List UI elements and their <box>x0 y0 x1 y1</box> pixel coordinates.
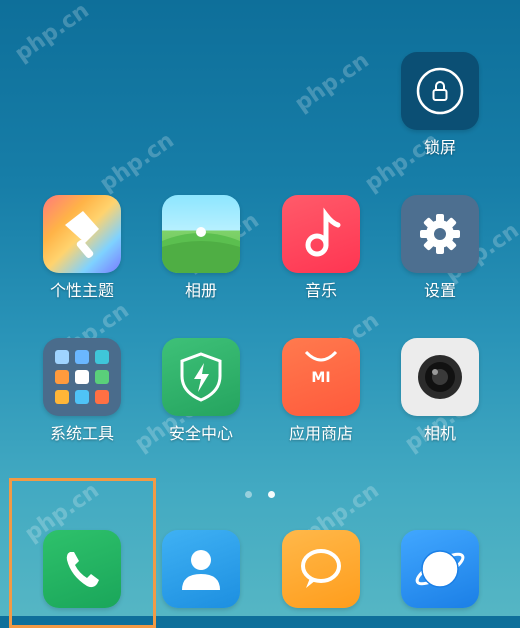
app-label: 安全中心 <box>168 424 233 443</box>
app-camera[interactable]: 相机 <box>395 338 485 444</box>
globe-icon <box>401 530 479 608</box>
app-system-tools[interactable]: 系统工具 <box>37 338 127 444</box>
page-dot-active[interactable] <box>267 491 275 498</box>
app-label: 锁屏 <box>423 138 456 157</box>
dock-contacts[interactable] <box>156 530 246 608</box>
app-security[interactable]: 安全中心 <box>156 338 246 444</box>
page-dot[interactable] <box>245 491 253 498</box>
watermark-text: php.cn <box>290 48 374 117</box>
watermark-text: php.cn <box>95 128 179 197</box>
gear-icon <box>401 195 479 273</box>
app-label: 设置 <box>423 281 456 300</box>
music-note-icon <box>282 195 360 273</box>
dock-browser[interactable] <box>395 530 485 608</box>
paintbrush-icon <box>43 195 121 273</box>
app-settings[interactable]: 设置 <box>395 195 485 301</box>
chat-bubble-icon <box>282 530 360 608</box>
watermark-text: php.cn <box>10 0 94 67</box>
person-icon <box>162 530 240 608</box>
lock-icon <box>401 52 479 130</box>
app-label: 个性主题 <box>49 281 114 300</box>
dock-messages[interactable] <box>276 530 366 608</box>
app-lock-screen[interactable]: 锁屏 <box>395 52 485 158</box>
camera-lens-icon <box>401 338 479 416</box>
store-badge: MI <box>311 370 331 386</box>
app-music[interactable]: 音乐 <box>276 195 366 301</box>
app-label: 相册 <box>184 281 217 300</box>
app-gallery[interactable]: 相册 <box>156 195 246 301</box>
app-store[interactable]: MI 应用商店 <box>276 338 366 444</box>
landscape-icon <box>162 195 240 273</box>
app-label: 应用商店 <box>288 424 353 443</box>
app-label: 相机 <box>423 424 456 443</box>
app-label: 音乐 <box>304 281 337 300</box>
shield-bolt-icon <box>162 338 240 416</box>
folder-grid-icon <box>43 338 121 416</box>
app-label: 系统工具 <box>49 424 114 443</box>
shopping-bag-icon: MI <box>282 338 360 416</box>
app-theme[interactable]: 个性主题 <box>37 195 127 301</box>
highlight-box <box>9 478 156 628</box>
